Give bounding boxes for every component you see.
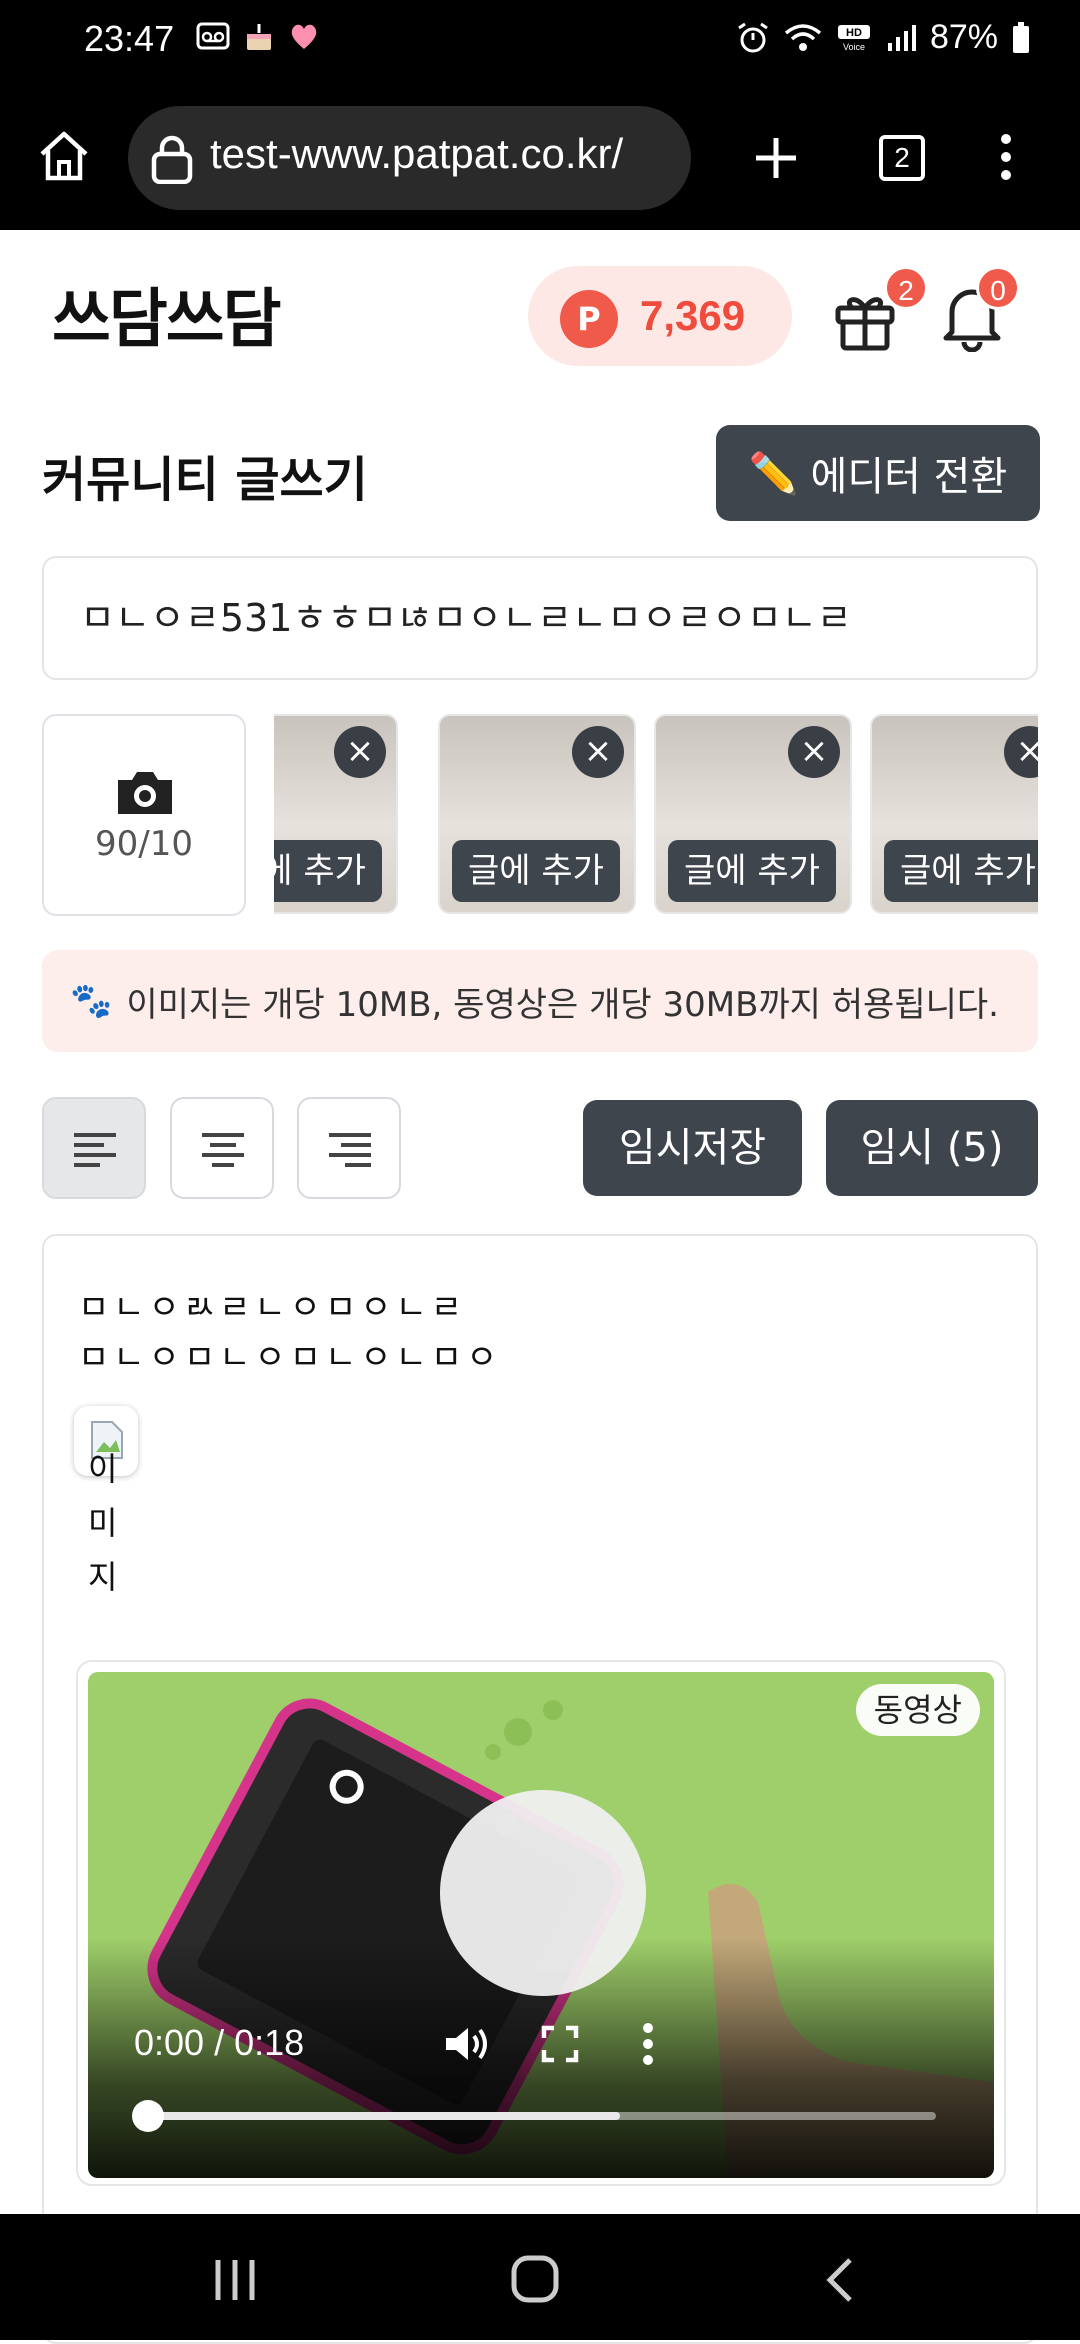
camera-icon bbox=[118, 772, 172, 814]
post-title-input[interactable]: ㅁㄴㅇㄹ531ㅎㅎㅁㄶㅁㅇㄴㄹㄴㅁㅇㄹㅇㅁㄴㄹ bbox=[42, 556, 1038, 680]
remove-image-button[interactable]: × bbox=[788, 726, 840, 778]
align-center-button[interactable] bbox=[170, 1097, 274, 1199]
lock-icon bbox=[151, 135, 193, 184]
video-time: 0:00 / 0:18 bbox=[134, 2022, 305, 2063]
paw-icon: 🐾 bbox=[70, 981, 113, 1021]
image-thumbnail: × 글에 추가 bbox=[870, 714, 1038, 914]
tab-switcher-button[interactable]: 2 bbox=[879, 135, 925, 181]
video-progress-knob[interactable] bbox=[132, 2100, 164, 2132]
image-thumbnail: × 글에 추가 bbox=[654, 714, 852, 914]
battery-text: 87% bbox=[929, 18, 998, 56]
add-to-post-button[interactable]: 글에 추가 bbox=[452, 840, 620, 902]
upload-count: 90/10 bbox=[95, 824, 193, 864]
editor-switch-label: 에디터 전환 bbox=[810, 454, 1008, 500]
url-text: test-www.patpat.co.kr/ bbox=[210, 130, 624, 177]
remove-image-button[interactable]: × bbox=[334, 726, 386, 778]
editor-switch-button[interactable]: ✏️ 에디터 전환 bbox=[716, 425, 1040, 521]
signal-icon bbox=[887, 24, 916, 51]
photo-upload-button[interactable]: 90/10 bbox=[42, 714, 246, 916]
video-more-icon[interactable] bbox=[638, 2022, 658, 2066]
notification-count-badge: 0 bbox=[976, 266, 1020, 310]
upload-limit-notice: 🐾 이미지는 개당 10MB, 동영상은 개당 30MB까지 허용됩니다. bbox=[42, 950, 1038, 1052]
editor-text-line: ㅁㄴㅇㄽㄹㄴㅇㅁㅇㄴㄹ bbox=[78, 1288, 467, 1328]
video-embed: 동영상 0:00 / 0:18 bbox=[76, 1660, 1006, 2186]
broken-image-alt-text: 이미지 bbox=[88, 1450, 118, 1596]
status-left-icons bbox=[196, 20, 320, 52]
hd-voice-icon: HD Voice bbox=[837, 24, 870, 52]
play-button[interactable] bbox=[440, 1790, 646, 1996]
add-to-post-button[interactable]: 글에 추가 bbox=[884, 840, 1038, 902]
points-pill[interactable]: P 7,369 bbox=[528, 266, 792, 366]
new-tab-icon[interactable] bbox=[752, 134, 800, 182]
add-to-post-button[interactable]: 글에 추가 bbox=[274, 840, 382, 902]
svg-text:Voice: Voice bbox=[843, 42, 865, 52]
app-logo[interactable]: 쓰담쓰담 bbox=[52, 268, 282, 360]
fullscreen-icon[interactable] bbox=[540, 2024, 580, 2064]
home-nav-icon[interactable] bbox=[510, 2254, 560, 2304]
image-thumbnail: × 글에 추가 bbox=[274, 714, 398, 914]
recent-apps-icon[interactable] bbox=[212, 2258, 258, 2302]
align-right-icon bbox=[329, 1133, 371, 1167]
align-right-button[interactable] bbox=[297, 1097, 401, 1199]
alarm-icon bbox=[738, 22, 768, 52]
more-menu-icon[interactable] bbox=[996, 132, 1016, 182]
content-editor[interactable]: ㅁㄴㅇㄽㄹㄴㅇㅁㅇㄴㄹ ㅁㄴㅇㅁㄴㅇㅁㄴㅇㄴㅁㅇ 이미지 동영상 0:00 / … bbox=[42, 1234, 1038, 2344]
gift-count-badge: 2 bbox=[884, 266, 928, 310]
video-progress-track[interactable] bbox=[146, 2112, 936, 2120]
notice-text: 이미지는 개당 10MB, 동영상은 개당 30MB까지 허용됩니다. bbox=[126, 984, 999, 1025]
image-thumbnail: × 글에 추가 bbox=[438, 714, 636, 914]
back-nav-icon[interactable] bbox=[822, 2256, 856, 2304]
svg-text:HD: HD bbox=[846, 27, 862, 39]
remove-image-button[interactable]: × bbox=[1004, 726, 1038, 778]
status-right: HD Voice 87% bbox=[736, 18, 1030, 57]
points-value: 7,369 bbox=[640, 292, 746, 339]
editor-text-line: ㅁㄴㅇㅁㄴㅇㅁㄴㅇㄴㅁㅇ bbox=[78, 1338, 502, 1378]
home-icon[interactable] bbox=[36, 130, 92, 182]
video-tag: 동영상 bbox=[855, 1684, 980, 1736]
volume-icon[interactable] bbox=[444, 2024, 490, 2064]
pencil-icon: ✏️ bbox=[748, 450, 799, 497]
remove-image-button[interactable]: × bbox=[572, 726, 624, 778]
status-time: 23:47 bbox=[84, 18, 175, 59]
video-player[interactable]: 동영상 0:00 / 0:18 bbox=[88, 1672, 994, 2178]
video-progress-fill bbox=[146, 2112, 620, 2120]
cake-icon bbox=[247, 24, 271, 50]
temp-save-button[interactable]: 임시저장 bbox=[583, 1100, 802, 1196]
wifi-icon bbox=[784, 23, 822, 51]
address-bar[interactable]: test-www.patpat.co.kr/ bbox=[128, 106, 691, 210]
temp-list-button[interactable]: 임시 (5) bbox=[826, 1100, 1038, 1196]
system-nav-bar bbox=[0, 2214, 1080, 2340]
heart-icon bbox=[291, 24, 317, 49]
thumbnail-strip[interactable]: × 글에 추가 × 글에 추가 × 글에 추가 × 글에 추가 bbox=[274, 714, 1038, 916]
page-title: 커뮤니티 글쓰기 bbox=[42, 452, 368, 508]
align-left-button[interactable] bbox=[42, 1097, 146, 1199]
battery-icon bbox=[1013, 21, 1029, 53]
align-left-icon bbox=[74, 1133, 116, 1167]
add-to-post-button[interactable]: 글에 추가 bbox=[668, 840, 836, 902]
status-bar: 23:47 HD Voice 87% bbox=[0, 0, 1080, 84]
points-icon: P bbox=[560, 290, 618, 348]
voicemail-icon bbox=[196, 22, 230, 50]
align-center-icon bbox=[202, 1133, 244, 1167]
